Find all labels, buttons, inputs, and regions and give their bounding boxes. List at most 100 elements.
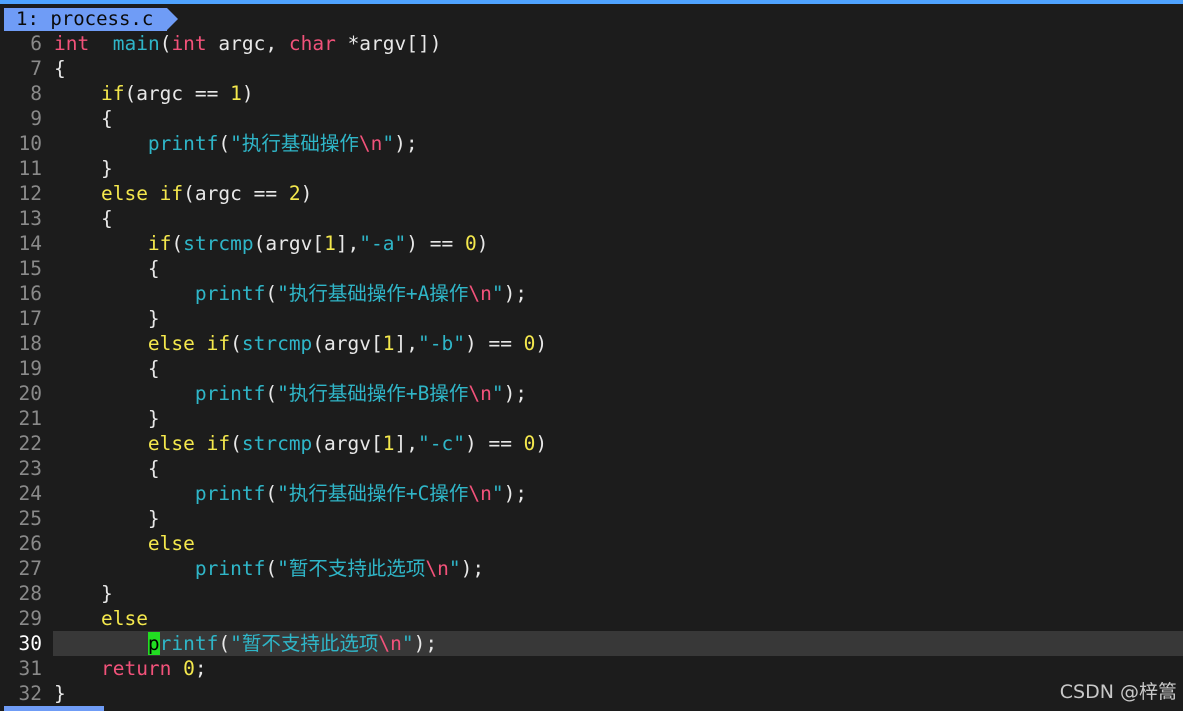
code-line[interactable]: 13 { — [0, 206, 1183, 231]
code-line[interactable]: 6 int main(int argc, char *argv[]) — [0, 31, 1183, 56]
code-token: ); — [460, 557, 485, 580]
code-token: (argv[ — [253, 232, 325, 255]
code-token: "执行基础操作+B操作 — [277, 382, 469, 405]
code-line[interactable]: 24 printf("执行基础操作+C操作\n"); — [0, 481, 1183, 506]
code-token: " — [401, 632, 414, 655]
code-token: { — [54, 107, 113, 130]
code-token: } — [54, 582, 113, 605]
code-line[interactable]: 28 } — [0, 581, 1183, 606]
code-token: if — [100, 82, 125, 105]
line-code: { — [53, 256, 1183, 281]
code-line[interactable]: 20 printf("执行基础操作+B操作\n"); — [0, 381, 1183, 406]
line-number: 31 — [18, 657, 42, 680]
code-line[interactable]: 14 if(strcmp(argv[1],"-a") == 0) — [0, 231, 1183, 256]
code-token: \n — [425, 557, 449, 580]
line-number: 25 — [18, 507, 42, 530]
code-line[interactable]: 18 else if(strcmp(argv[1],"-b") == 0) — [0, 331, 1183, 356]
line-number: 29 — [18, 607, 42, 630]
line-number: 26 — [18, 532, 42, 555]
code-line[interactable]: 8 if(argc == 1) — [0, 81, 1183, 106]
code-line[interactable]: 12 else if(argc == 2) — [0, 181, 1183, 206]
tab-process-c[interactable]: 1: process.c — [4, 8, 179, 31]
line-code: printf("执行基础操作+B操作\n"); — [53, 381, 1183, 406]
line-number: 18 — [18, 332, 42, 355]
code-token: ( — [265, 557, 278, 580]
line-number: 17 — [18, 307, 42, 330]
code-token: " — [491, 482, 504, 505]
line-number: 7 — [30, 57, 42, 80]
code-token: ( — [230, 432, 242, 455]
code-token: 2 — [288, 182, 301, 205]
code-token: ; — [194, 657, 207, 680]
code-line[interactable]: 21 } — [0, 406, 1183, 431]
code-token: ); — [413, 632, 438, 655]
code-line[interactable]: 25 } — [0, 506, 1183, 531]
code-token: " — [491, 282, 504, 305]
code-token: ( — [171, 232, 184, 255]
code-token: else if — [147, 332, 231, 355]
code-line[interactable]: 23 { — [0, 456, 1183, 481]
line-code: else — [53, 531, 1183, 556]
code-token: 0 — [464, 232, 477, 255]
code-line[interactable]: 7{ — [0, 56, 1183, 81]
code-line[interactable]: 30 printf("暂不支持此选项\n"); — [0, 631, 1183, 656]
line-number: 19 — [18, 357, 42, 380]
code-token: 0 — [523, 332, 536, 355]
code-line[interactable]: 32} — [0, 681, 1183, 706]
line-code: return 0; — [53, 656, 1183, 681]
line-number: 27 — [18, 557, 42, 580]
code-token: \n — [358, 132, 383, 155]
line-number: 13 — [18, 207, 42, 230]
code-line[interactable]: 16 printf("执行基础操作+A操作\n"); — [0, 281, 1183, 306]
code-token: "暂不支持此选项 — [230, 632, 379, 655]
line-code: if(strcmp(argv[1],"-a") == 0) — [53, 231, 1183, 256]
code-token: strcmp — [241, 332, 313, 355]
code-token: "执行基础操作+A操作 — [277, 282, 469, 305]
watermark: CSDN @梓篙 — [1059, 681, 1177, 703]
code-token: \n — [468, 282, 492, 305]
line-number: 10 — [18, 132, 42, 155]
code-line[interactable]: 10 printf("执行基础操作\n"); — [0, 131, 1183, 156]
code-token: ( — [218, 132, 231, 155]
line-number: 23 — [18, 457, 42, 480]
line-number: 21 — [18, 407, 42, 430]
code-token: ( — [159, 32, 172, 55]
code-line[interactable]: 26 else — [0, 531, 1183, 556]
line-code: int main(int argc, char *argv[]) — [53, 31, 1183, 56]
code-token: ( — [230, 332, 242, 355]
line-number: 16 — [18, 282, 42, 305]
code-token: "-c" — [418, 432, 465, 455]
code-token: ); — [394, 132, 418, 155]
code-line[interactable]: 15 { — [0, 256, 1183, 281]
code-line[interactable]: 9 { — [0, 106, 1183, 131]
code-line[interactable]: 19 { — [0, 356, 1183, 381]
code-token: argc, — [206, 32, 289, 55]
line-number: 20 — [18, 382, 42, 405]
code-line[interactable]: 17 } — [0, 306, 1183, 331]
code-line[interactable]: 31 return 0; — [0, 656, 1183, 681]
line-code: else if(strcmp(argv[1],"-c") == 0) — [53, 431, 1183, 456]
code-token: strcmp — [241, 432, 313, 455]
code-token: (argc == — [124, 82, 231, 105]
code-line[interactable]: 11 } — [0, 156, 1183, 181]
code-token: 1 — [382, 332, 395, 355]
code-token: "-a" — [359, 232, 407, 255]
code-line[interactable]: 22 else if(strcmp(argv[1],"-c") == 0) — [0, 431, 1183, 456]
code-token: "执行基础操作+C操作 — [277, 482, 469, 505]
code-token: "-b" — [418, 332, 465, 355]
code-token: (argc == — [183, 182, 289, 205]
code-line[interactable]: 29 else — [0, 606, 1183, 631]
code-token: { — [54, 57, 66, 80]
code-token: ); — [503, 482, 528, 505]
code-line[interactable]: 27 printf("暂不支持此选项\n"); — [0, 556, 1183, 581]
code-token: 0 — [523, 432, 536, 455]
code-editor[interactable]: 6 int main(int argc, char *argv[]) 7{8 if(… — [0, 31, 1183, 706]
